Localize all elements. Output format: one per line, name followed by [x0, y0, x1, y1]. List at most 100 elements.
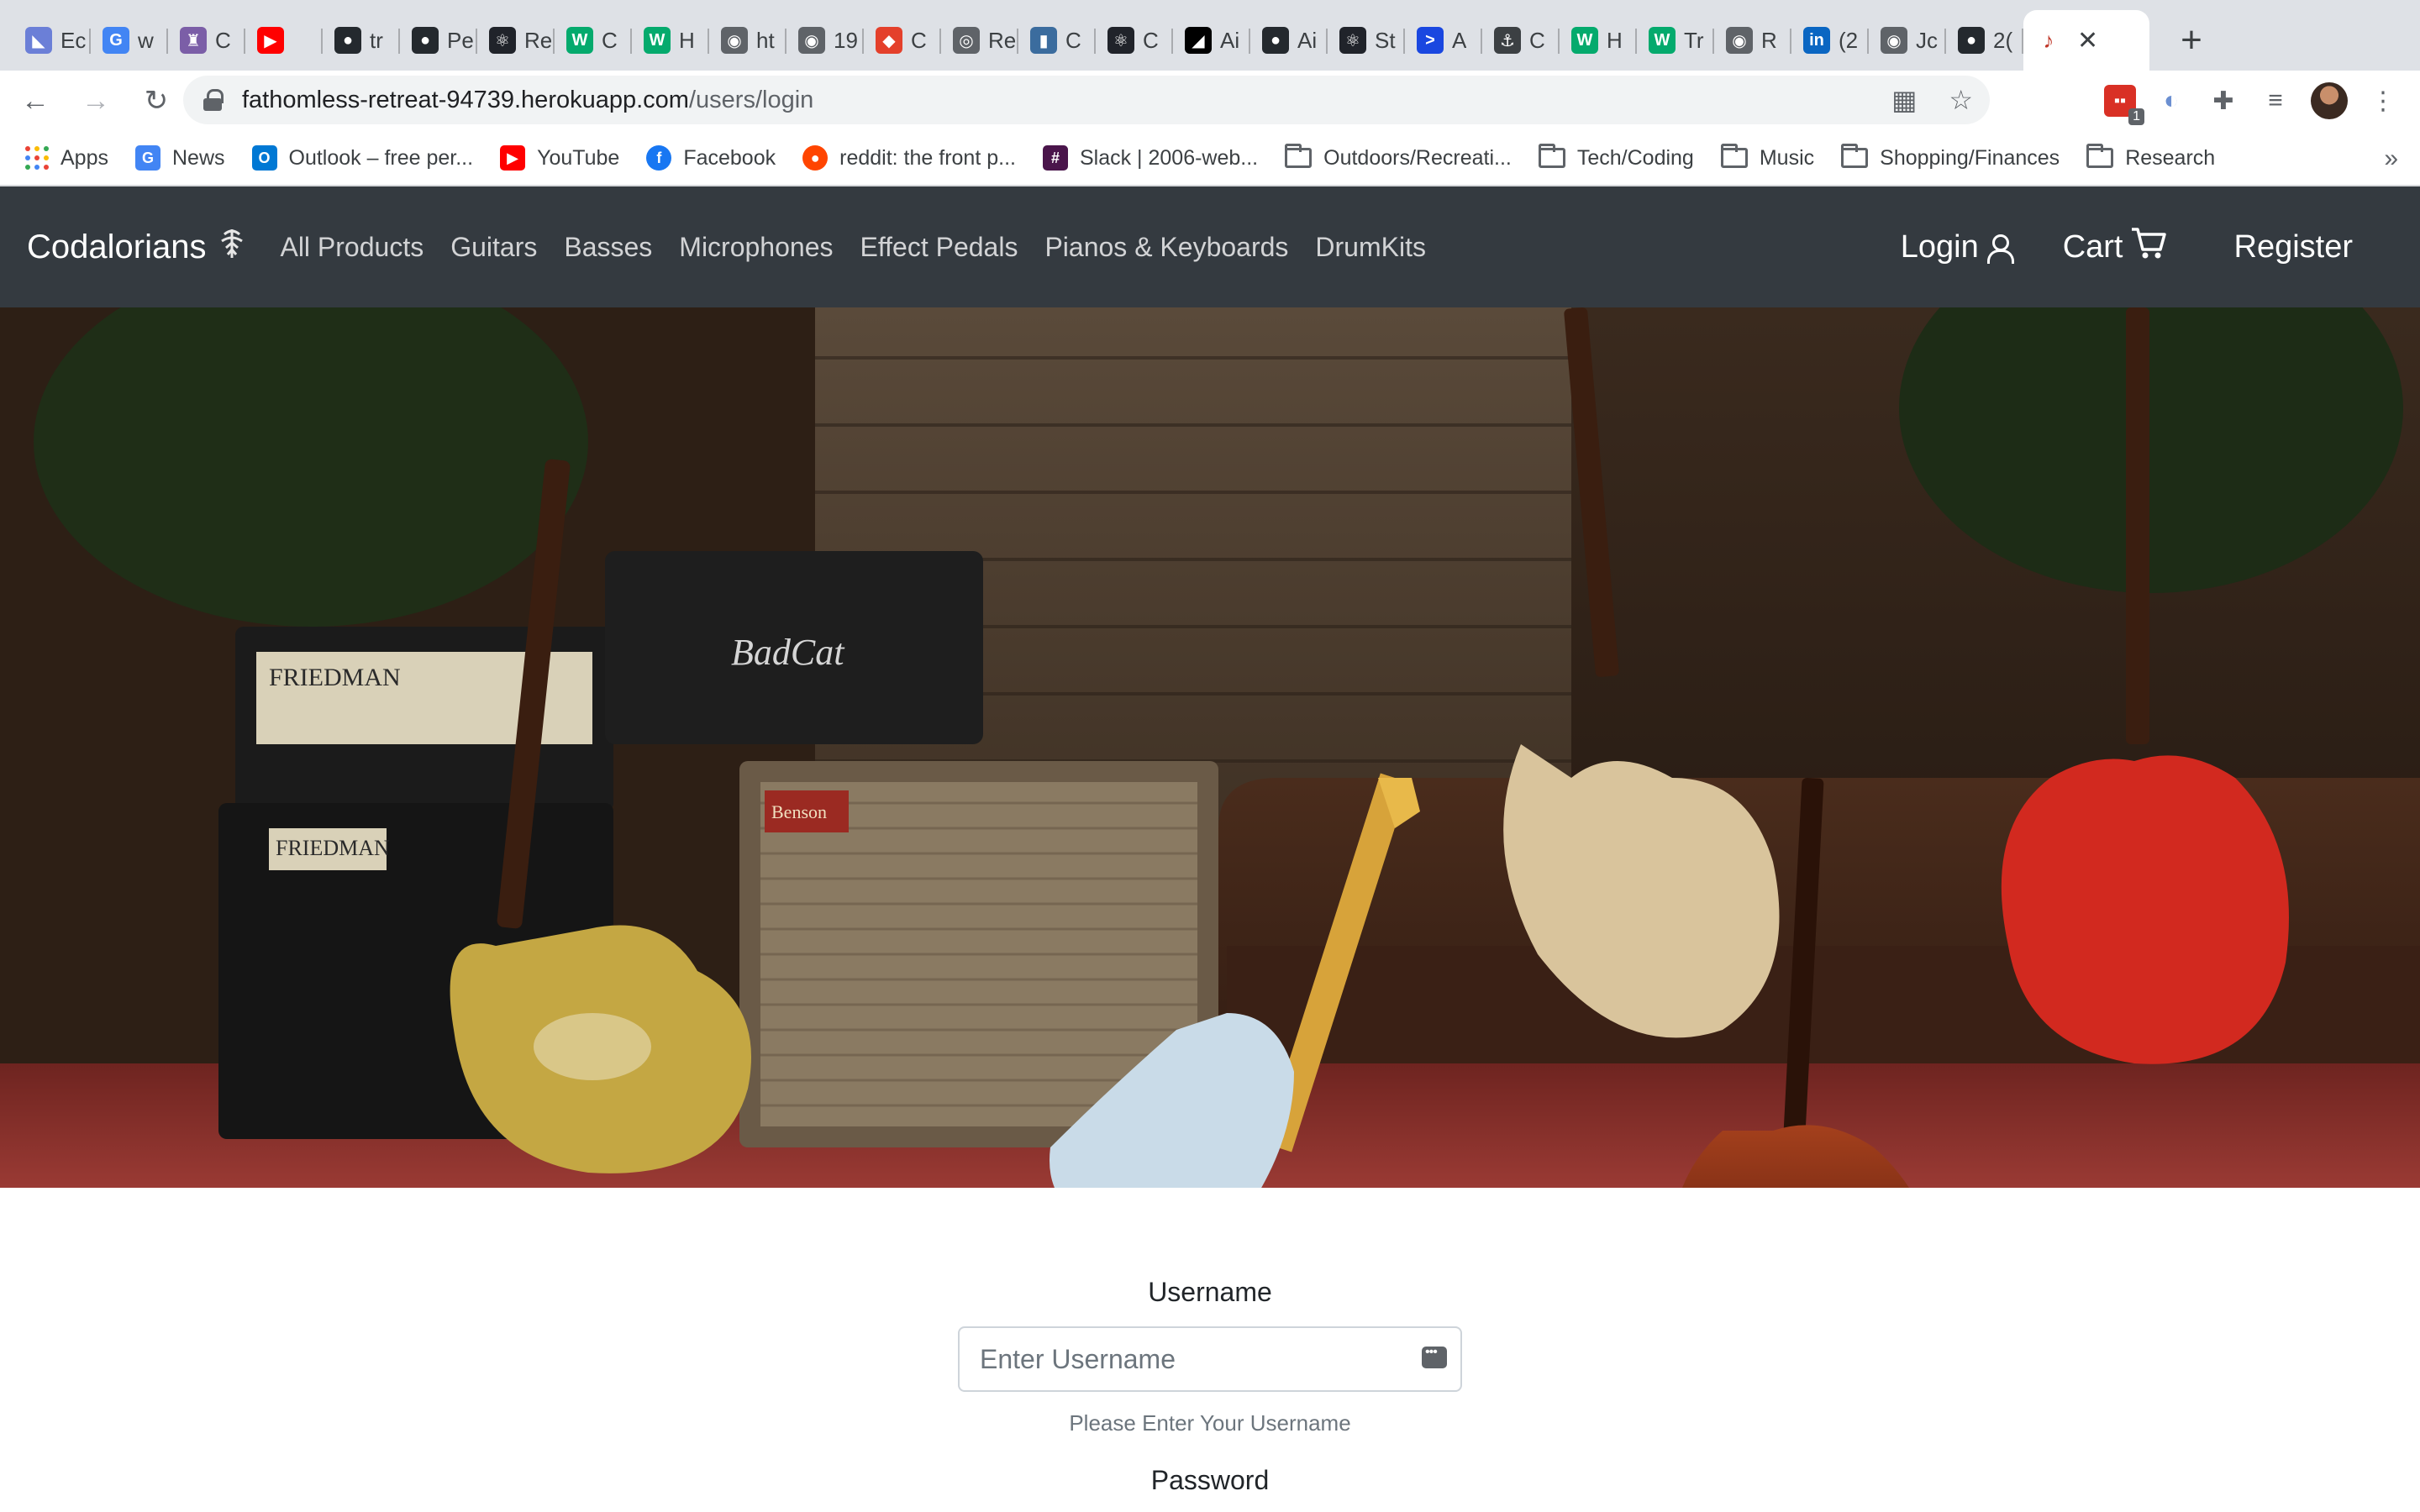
- reload-button[interactable]: ↻: [131, 76, 182, 126]
- browser-tab[interactable]: ⚛ C: [1096, 10, 1173, 71]
- username-input[interactable]: [980, 1343, 1440, 1375]
- browser-tab[interactable]: ▶: [245, 10, 323, 71]
- w3-icon: W: [566, 27, 593, 54]
- bookmark-item[interactable]: O Outlook – free per...: [251, 145, 473, 171]
- bookmark-label: Shopping/Finances: [1880, 145, 2060, 170]
- extension-badge: 1: [2128, 108, 2144, 125]
- browser-tab[interactable]: in (2: [1791, 10, 1869, 71]
- browser-tab[interactable]: ◉ ht: [709, 10, 786, 71]
- browser-tab-title: C: [1065, 27, 1081, 53]
- login-link[interactable]: Login: [1901, 229, 2014, 265]
- browser-tab[interactable]: ⚛ St: [1328, 10, 1405, 71]
- username-field-wrapper[interactable]: [958, 1326, 1462, 1392]
- nav-link-effect-pedals[interactable]: Effect Pedals: [860, 232, 1018, 263]
- bookmark-item[interactable]: Tech/Coding: [1538, 144, 1694, 171]
- browser-tab[interactable]: WH: [632, 10, 709, 71]
- browser-tab[interactable]: ◉ R: [1714, 10, 1791, 71]
- w3-icon: W: [1571, 27, 1598, 54]
- more-bookmarks-button[interactable]: »: [2384, 144, 2398, 173]
- browser-tab[interactable]: ● Pe: [400, 10, 477, 71]
- close-tab-icon[interactable]: ✕: [2077, 26, 2098, 55]
- browser-tab-active[interactable]: ♪ ✕: [2023, 10, 2149, 71]
- forward-button[interactable]: →: [71, 76, 121, 126]
- github-icon: ●: [1262, 27, 1289, 54]
- url-path: /users/login: [688, 86, 814, 113]
- facebook-icon: f: [646, 145, 672, 171]
- profile-avatar[interactable]: [2311, 82, 2348, 119]
- apps-grid-icon: [25, 146, 49, 170]
- browser-tab-title: St: [1375, 27, 1396, 53]
- qr-code-icon[interactable]: ▦: [1891, 84, 1917, 116]
- folder-icon: [1285, 144, 1313, 168]
- browser-tab[interactable]: ◉ 19: [786, 10, 864, 71]
- anchor-icon: ⚓: [1494, 27, 1521, 54]
- browser-tab[interactable]: WH: [1560, 10, 1637, 71]
- nav-link-drumkits[interactable]: DrumKits: [1315, 232, 1426, 263]
- w3-icon: W: [1649, 27, 1676, 54]
- cart-link[interactable]: Cart: [2063, 226, 2167, 268]
- browser-tab-title: C: [1143, 27, 1159, 53]
- browser-tab[interactable]: ◆ C: [864, 10, 941, 71]
- browser-tab-title: Ai: [1297, 27, 1318, 53]
- browser-tab-title: H: [1607, 27, 1623, 53]
- browser-tab[interactable]: ● 2(: [1946, 10, 2023, 71]
- terminal-icon: >: [1417, 27, 1444, 54]
- nav-link-basses[interactable]: Basses: [564, 232, 652, 263]
- nav-link-microphones[interactable]: Microphones: [679, 232, 833, 263]
- extension-todo-icon[interactable]: ▪▪ 1: [2104, 85, 2144, 125]
- nav-link-all-products[interactable]: All Products: [280, 232, 424, 263]
- bookmark-item[interactable]: ▶ YouTube: [500, 145, 619, 171]
- bookmark-item[interactable]: Apps: [25, 146, 108, 171]
- menu-kebab-icon[interactable]: ⋮: [2366, 84, 2400, 118]
- browser-tab[interactable]: ⚓ C: [1482, 10, 1560, 71]
- github-icon: ●: [334, 27, 361, 54]
- nav-link-pianos-keyboards[interactable]: Pianos & Keyboards: [1044, 232, 1288, 263]
- bookmark-item[interactable]: Shopping/Finances: [1841, 144, 2060, 171]
- browser-tab-title: ht: [756, 27, 775, 53]
- browser-tab-title: 2(: [1993, 27, 2013, 53]
- browser-tab-title: Tr: [1684, 27, 1704, 53]
- extension-drop-icon[interactable]: ◐: [2154, 84, 2188, 118]
- guitar-icon: ♪: [2043, 27, 2054, 53]
- extensions-puzzle-icon[interactable]: ✚: [2207, 84, 2240, 118]
- bookmark-star-icon[interactable]: ☆: [1949, 84, 1973, 116]
- browser-tab[interactable]: ◣ Ec: [13, 10, 91, 71]
- browser-tab[interactable]: ▮ C: [1018, 10, 1096, 71]
- bookmark-item[interactable]: G News: [134, 145, 225, 171]
- back-button[interactable]: ←: [10, 76, 60, 126]
- browser-tab[interactable]: W Tr: [1637, 10, 1714, 71]
- bookmark-item[interactable]: Research: [2086, 144, 2215, 171]
- nav-link-guitars[interactable]: Guitars: [450, 232, 537, 263]
- bookmark-label: News: [171, 145, 225, 170]
- browser-tab-title: H: [679, 27, 695, 53]
- browser-tab[interactable]: ● Ai: [1250, 10, 1328, 71]
- browser-tab[interactable]: ● tr: [323, 10, 400, 71]
- browser-tab[interactable]: ⚛ Re: [477, 10, 555, 71]
- browser-tab[interactable]: Gw: [91, 10, 168, 71]
- react-icon: ⚛: [1339, 27, 1366, 54]
- password-manager-icon[interactable]: [1422, 1345, 1447, 1368]
- lock-icon[interactable]: [203, 89, 224, 111]
- bookmark-item[interactable]: ● reddit: the front p...: [802, 145, 1016, 171]
- address-bar[interactable]: fathomless-retreat-94739.herokuapp.com/u…: [183, 76, 1990, 124]
- browser-tab[interactable]: ♜ C: [168, 10, 245, 71]
- browser-tab[interactable]: ◎ Re: [941, 10, 1018, 71]
- bookmark-label: Slack | 2006-web...: [1079, 145, 1259, 170]
- register-link[interactable]: Register: [2234, 229, 2354, 265]
- bookmark-item[interactable]: Outdoors/Recreati...: [1285, 144, 1512, 171]
- github-icon: ●: [412, 27, 439, 54]
- reddit-icon: ●: [802, 145, 829, 171]
- bookmark-item[interactable]: Music: [1720, 144, 1814, 171]
- mandalorian-sigil-icon: [218, 226, 246, 268]
- media-control-icon[interactable]: ≡: [2259, 84, 2292, 118]
- amp-label-friedman-1: FRIEDMAN: [269, 664, 401, 691]
- browser-tab[interactable]: ◢ Ai: [1173, 10, 1250, 71]
- browser-tab[interactable]: > A: [1405, 10, 1482, 71]
- bookmark-item[interactable]: f Facebook: [646, 145, 776, 171]
- new-tab-button[interactable]: +: [2161, 10, 2222, 71]
- hero-banner-image: FRIEDMAN FRIEDMAN BadCat Benson: [0, 307, 2420, 1188]
- bookmark-item[interactable]: # Slack | 2006-web...: [1042, 145, 1259, 171]
- brand[interactable]: Codalorians: [27, 226, 246, 268]
- browser-tab[interactable]: ◉ Jc: [1869, 10, 1946, 71]
- browser-tab[interactable]: WC: [555, 10, 632, 71]
